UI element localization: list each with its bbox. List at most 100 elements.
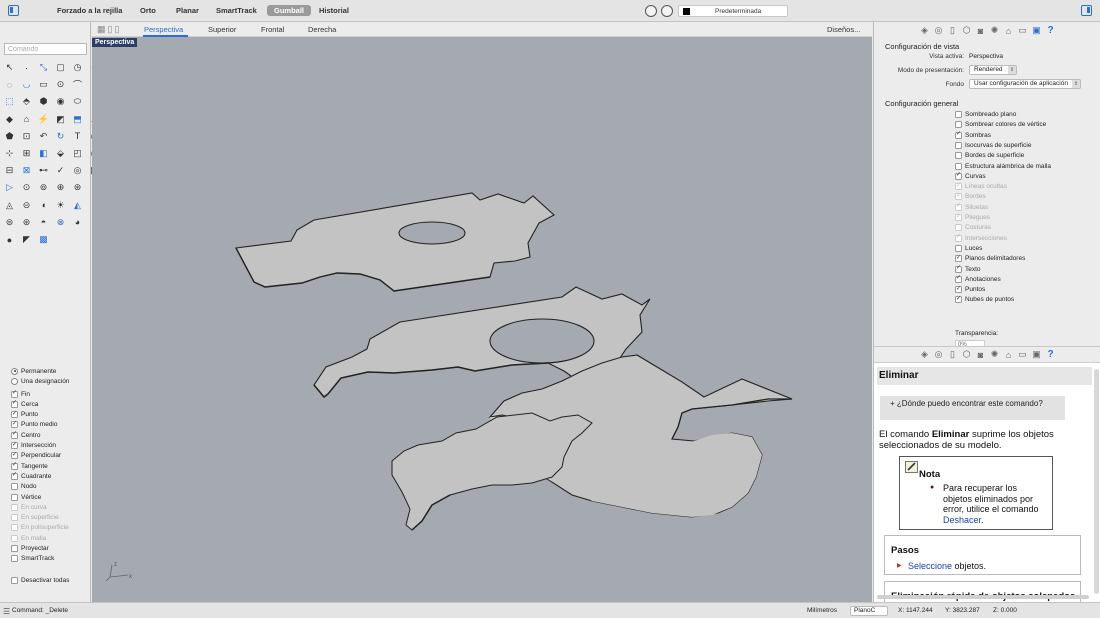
osnap-item[interactable]: Tangente bbox=[11, 461, 48, 471]
osnap-mode-once[interactable]: Una designación bbox=[11, 376, 69, 386]
display-option[interactable]: Nubes de puntos bbox=[955, 295, 1014, 304]
tool-icon-51[interactable]: ◖ bbox=[37, 199, 50, 212]
properties-icon[interactable]: ▯ bbox=[947, 25, 958, 36]
osnap-mode-permanent[interactable]: Permanente bbox=[11, 366, 56, 376]
object-icon[interactable]: ⬡ bbox=[961, 25, 972, 36]
osnap-item[interactable]: Intersección bbox=[11, 441, 56, 451]
tool-icon-15[interactable]: ⬢ bbox=[37, 95, 50, 108]
display-mode-dropdown[interactable]: Rendered ⇕ bbox=[969, 65, 1017, 75]
osnap-item[interactable]: Punto bbox=[11, 410, 38, 420]
tool-icon-35[interactable]: ◰ bbox=[71, 147, 84, 160]
tool-icon-26[interactable]: ⊡ bbox=[20, 130, 33, 143]
tool-icon-58[interactable]: ⊗ bbox=[54, 216, 67, 229]
osnap-item[interactable]: Fin bbox=[11, 389, 30, 399]
environment-icon[interactable]: ✺ bbox=[989, 349, 1000, 360]
display-option[interactable]: Planos delimitadores bbox=[955, 254, 1025, 263]
tool-icon-38[interactable]: ⊠ bbox=[20, 164, 33, 177]
tool-icon-46[interactable]: ⊕ bbox=[54, 181, 67, 194]
materials-icon[interactable]: ◎ bbox=[933, 349, 944, 360]
object-icon[interactable]: ⬡ bbox=[961, 349, 972, 360]
tool-icon-11[interactable]: ⌒ bbox=[71, 78, 84, 91]
osnap-item[interactable]: Cuadrante bbox=[11, 471, 51, 481]
tool-icon-41[interactable]: ◎ bbox=[71, 164, 84, 177]
tool-icon-43[interactable]: ▷ bbox=[3, 181, 16, 194]
viewport-layout-icon[interactable]: ▦▯▯ bbox=[97, 24, 121, 35]
tool-icon-45[interactable]: ⊚ bbox=[37, 181, 50, 194]
perspective-viewport[interactable]: Perspectiva z x bbox=[92, 37, 872, 602]
tool-icon-7[interactable]: ◌ bbox=[3, 78, 16, 91]
osnap-item[interactable]: Proyectar bbox=[11, 544, 49, 554]
tool-icon-33[interactable]: ◧ bbox=[37, 147, 50, 160]
tool-icon-32[interactable]: ⊞ bbox=[20, 147, 33, 160]
camera-icon[interactable]: ◙ bbox=[975, 349, 986, 360]
tool-icon-34[interactable]: ⬙ bbox=[54, 147, 67, 160]
tool-icon-39[interactable]: ⊷ bbox=[37, 164, 50, 177]
osnap-item[interactable]: Centro bbox=[11, 430, 41, 440]
tool-icon-25[interactable]: ⬟ bbox=[3, 130, 16, 143]
display-option[interactable]: Sombreado plano bbox=[955, 110, 1016, 119]
display-option[interactable]: Curvas bbox=[955, 171, 986, 181]
filter-icon[interactable] bbox=[645, 5, 657, 17]
smarttrack-button[interactable]: SmartTrack bbox=[216, 6, 257, 15]
tool-icon-37[interactable]: ⊟ bbox=[3, 164, 16, 177]
background-dropdown[interactable]: Usar configuración de aplicación ⇕ bbox=[969, 79, 1081, 89]
undo-link[interactable]: Deshacer bbox=[943, 515, 981, 525]
select-link[interactable]: Seleccione bbox=[908, 561, 952, 571]
tool-icon-27[interactable]: ↶ bbox=[37, 130, 50, 143]
render-icon[interactable]: ▭ bbox=[1017, 25, 1028, 36]
display-option[interactable]: Texto bbox=[955, 264, 981, 274]
tool-icon-1[interactable]: ↖ bbox=[3, 61, 16, 74]
right-sidebar-toggle-icon[interactable] bbox=[1081, 5, 1092, 16]
tool-icon-19[interactable]: ◆ bbox=[3, 113, 16, 126]
osnap-item[interactable]: Perpendicular bbox=[11, 451, 61, 461]
osnap-item[interactable]: Vértice bbox=[11, 492, 41, 502]
tool-icon-47[interactable]: ⊛ bbox=[71, 181, 84, 194]
osnap-disable-all[interactable]: Desactivar todas bbox=[11, 575, 69, 585]
tool-icon-20[interactable]: ⌂ bbox=[20, 113, 33, 126]
display-option[interactable]: Puntos bbox=[955, 285, 985, 294]
environment-icon[interactable]: ✺ bbox=[989, 25, 1000, 36]
tool-icon-44[interactable]: ⊙ bbox=[20, 181, 33, 194]
help-scrollbar-vertical[interactable] bbox=[1094, 369, 1099, 594]
tool-icon-29[interactable]: T bbox=[71, 130, 84, 143]
layer-selector[interactable]: Predeterminada bbox=[678, 5, 788, 17]
tool-icon-57[interactable]: ◓ bbox=[37, 216, 50, 229]
tool-icon-21[interactable]: ⚡ bbox=[37, 113, 50, 126]
left-sidebar-toggle-icon[interactable] bbox=[8, 5, 19, 16]
tab-front[interactable]: Frontal bbox=[261, 25, 284, 34]
tool-icon-62[interactable]: ◤ bbox=[20, 233, 33, 246]
gumball-button[interactable]: Gumball bbox=[267, 5, 312, 16]
tool-icon-2[interactable]: · bbox=[20, 61, 33, 74]
help-icon[interactable]: ? bbox=[1045, 25, 1056, 36]
osnap-item[interactable]: Nodo bbox=[11, 482, 37, 492]
tool-icon-50[interactable]: ⊝ bbox=[20, 199, 33, 212]
camera-icon[interactable]: ◙ bbox=[975, 25, 986, 36]
tab-perspective[interactable]: Perspectiva bbox=[144, 25, 183, 34]
tool-icon-63[interactable]: ▩ bbox=[37, 233, 50, 246]
help-where-link[interactable]: + ¿Dónde puedo encontrar este comando? bbox=[880, 396, 1065, 420]
osnap-item[interactable]: Cerca bbox=[11, 399, 38, 409]
layers-icon[interactable]: ◈ bbox=[919, 349, 930, 360]
planar-button[interactable]: Planar bbox=[176, 6, 199, 15]
display-option[interactable]: Sombras bbox=[955, 130, 991, 140]
tool-icon-61[interactable]: ● bbox=[3, 233, 16, 246]
target-icon[interactable] bbox=[661, 5, 673, 17]
tool-icon-53[interactable]: ◭ bbox=[71, 199, 84, 212]
cplane-dropdown[interactable]: PlanoC bbox=[850, 606, 888, 616]
display-option[interactable]: Luces bbox=[955, 244, 982, 253]
tool-icon-9[interactable]: ▭ bbox=[37, 78, 50, 91]
tool-icon-13[interactable]: ⬚ bbox=[3, 95, 16, 108]
tool-icon-4[interactable]: ▢ bbox=[54, 61, 67, 74]
display-option[interactable]: Isocurvas de superficie bbox=[955, 141, 1031, 150]
command-input[interactable] bbox=[4, 43, 87, 55]
tool-icon-55[interactable]: ⊜ bbox=[3, 216, 16, 229]
tool-icon-10[interactable]: ⊙ bbox=[54, 78, 67, 91]
viewport-title[interactable]: Perspectiva bbox=[92, 38, 138, 47]
materials-icon[interactable]: ◎ bbox=[933, 25, 944, 36]
properties-icon[interactable]: ▯ bbox=[947, 349, 958, 360]
tool-icon-16[interactable]: ◉ bbox=[54, 95, 67, 108]
command-history-icon[interactable]: ☰ bbox=[3, 607, 10, 616]
snap-grid-button[interactable]: Forzado a la rejilla bbox=[57, 6, 122, 15]
tab-right[interactable]: Derecha bbox=[308, 25, 336, 34]
tool-icon-52[interactable]: ☀ bbox=[54, 199, 67, 212]
